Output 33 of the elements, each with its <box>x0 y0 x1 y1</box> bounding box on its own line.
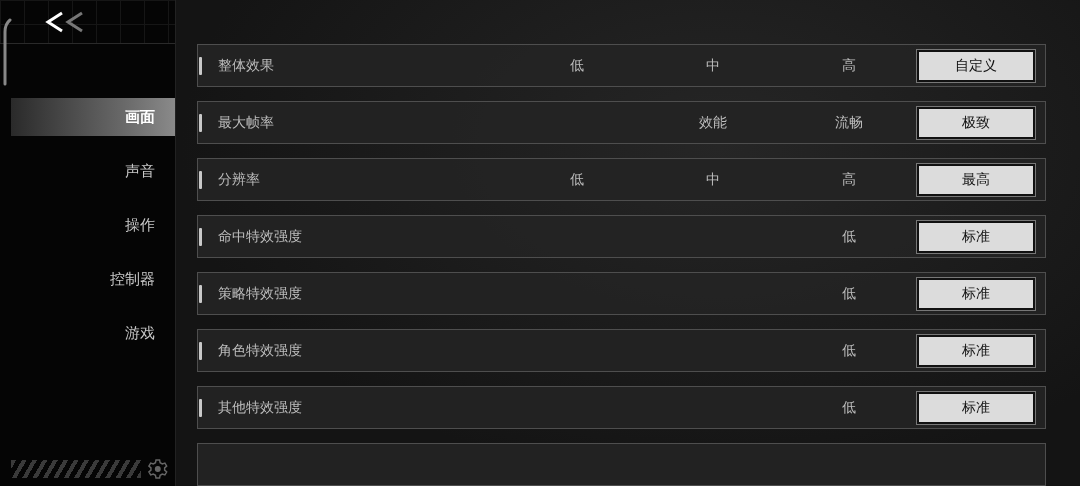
nav-tab[interactable]: 操作 <box>11 206 175 244</box>
option-label[interactable]: 低 <box>570 170 585 189</box>
value-button[interactable]: 极致 <box>917 106 1035 139</box>
setting-label: 最大帧率 <box>217 113 275 132</box>
value-button[interactable]: 标准 <box>917 334 1035 367</box>
option-label[interactable]: 流畅 <box>835 113 864 132</box>
setting-label: 策略特效强度 <box>217 284 303 303</box>
setting-label: 角色特效强度 <box>217 341 303 360</box>
option-label[interactable]: 高 <box>842 170 857 189</box>
setting-label: 其他特效强度 <box>217 398 303 417</box>
nav-tab[interactable]: 控制器 <box>11 260 175 298</box>
nav-tab[interactable]: 画面 <box>11 98 175 136</box>
option-label[interactable]: 中 <box>706 170 721 189</box>
option-label[interactable]: 中 <box>706 56 721 75</box>
nav-tab[interactable]: 游戏 <box>11 314 175 352</box>
nav-tab[interactable]: 声音 <box>11 152 175 190</box>
value-button[interactable]: 标准 <box>917 277 1035 310</box>
option-label[interactable]: 低 <box>842 341 857 360</box>
settings-icon[interactable] <box>147 458 169 480</box>
setting-label: 分辨率 <box>217 170 261 189</box>
value-button[interactable]: 标准 <box>917 220 1035 253</box>
value-button[interactable]: 标准 <box>917 391 1035 424</box>
bracket-icon <box>2 18 12 88</box>
option-label[interactable]: 低 <box>842 398 857 417</box>
value-button[interactable]: 自定义 <box>917 49 1035 82</box>
option-label[interactable]: 高 <box>842 56 857 75</box>
option-label[interactable]: 低 <box>842 227 857 246</box>
option-label[interactable]: 效能 <box>699 113 728 132</box>
option-label[interactable]: 低 <box>842 284 857 303</box>
value-button[interactable]: 最高 <box>917 163 1035 196</box>
setting-label: 命中特效强度 <box>217 227 303 246</box>
setting-label: 整体效果 <box>217 56 275 75</box>
option-label[interactable]: 低 <box>570 56 585 75</box>
